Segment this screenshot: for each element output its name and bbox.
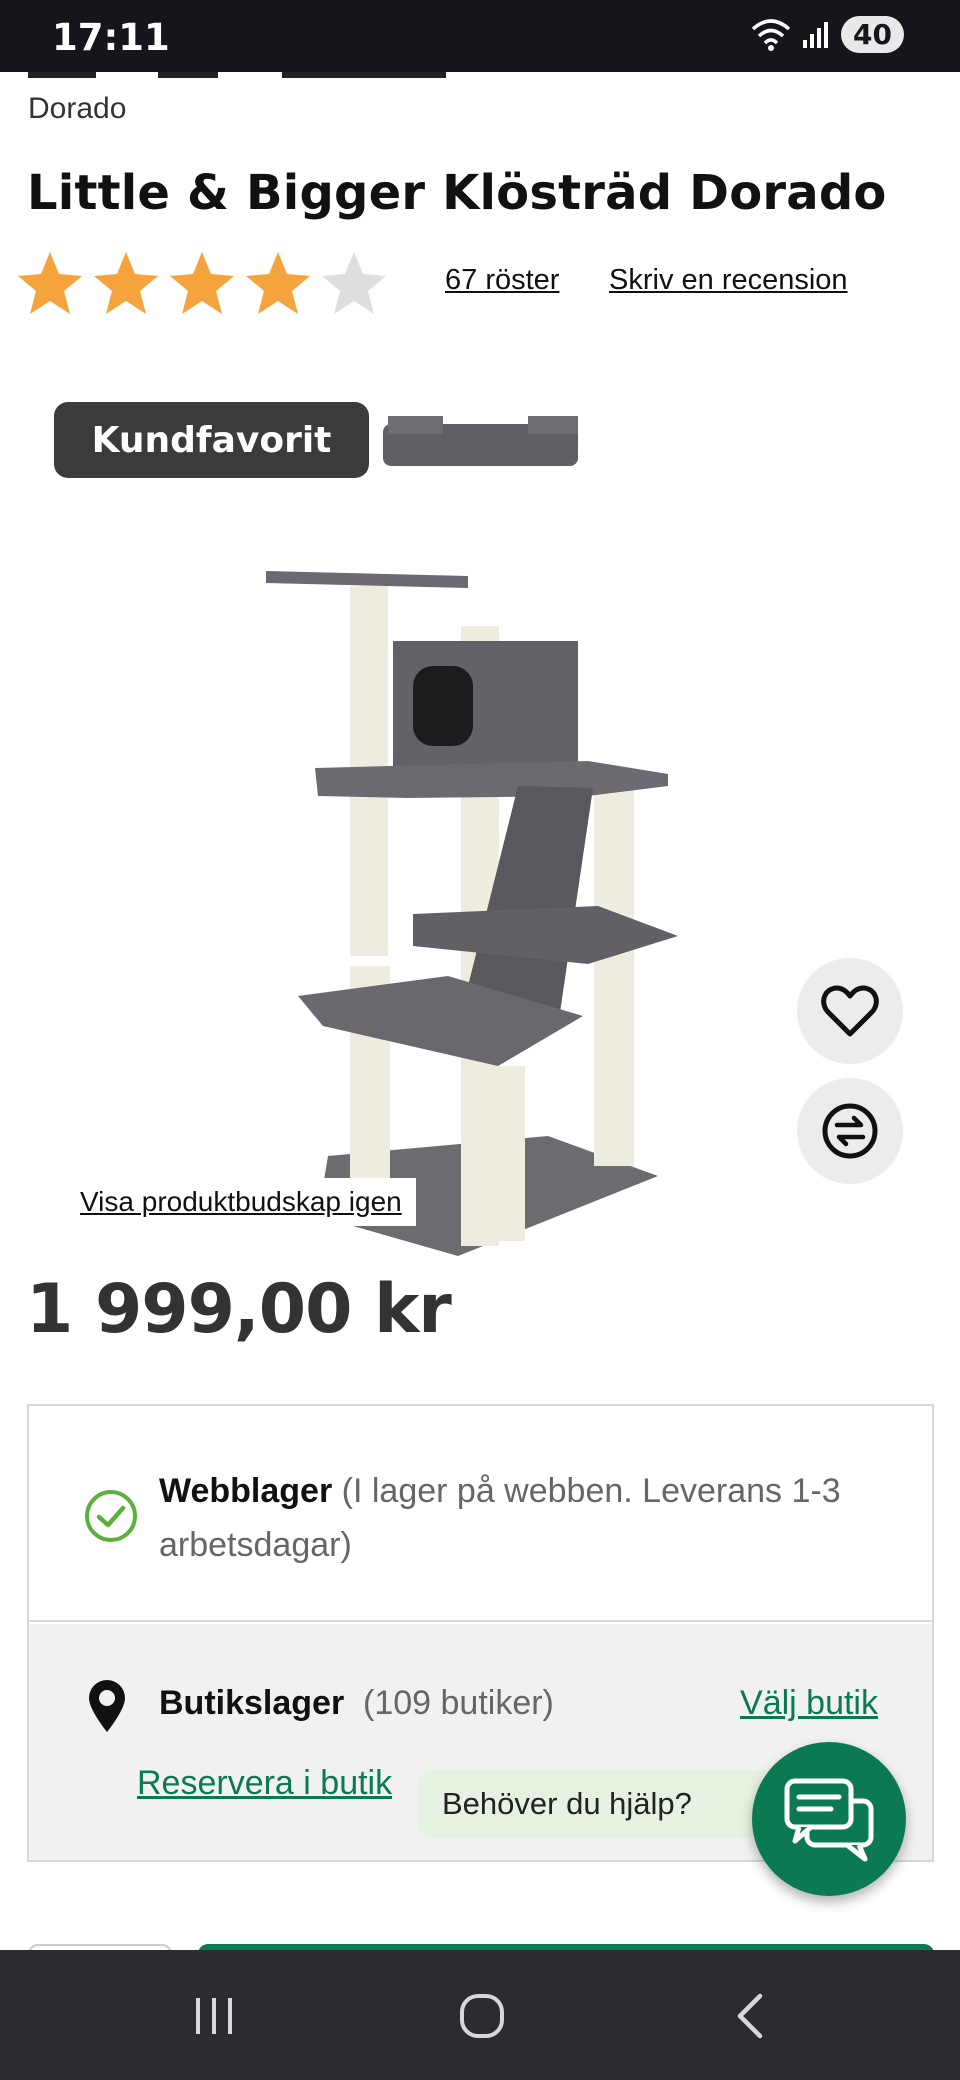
breadcrumb-link-partial[interactable] xyxy=(282,72,446,78)
compare-button[interactable] xyxy=(797,1078,903,1184)
web-stock-label: Webblager xyxy=(159,1472,333,1510)
reserve-in-store-link[interactable]: Reservera i butik xyxy=(137,1764,392,1803)
back-button[interactable] xyxy=(720,1986,780,2046)
status-time: 17:11 xyxy=(52,16,170,59)
votes-link[interactable]: 67 röster xyxy=(445,264,559,297)
recent-apps-icon xyxy=(196,1998,232,2034)
star-empty-icon xyxy=(322,252,386,314)
star-filled-icon xyxy=(94,252,158,314)
help-bubble[interactable]: Behöver du hjälp? xyxy=(418,1770,778,1838)
help-bubble-text: Behöver du hjälp? xyxy=(442,1786,692,1821)
store-count: (109 butiker) xyxy=(363,1684,554,1722)
product-image[interactable] xyxy=(28,376,928,1266)
product-price: 1 999,00 kr xyxy=(26,1270,452,1349)
wifi-icon xyxy=(751,18,791,51)
heart-icon xyxy=(821,985,879,1037)
back-icon xyxy=(737,1993,763,2039)
status-icons: 40 xyxy=(751,16,904,53)
customer-favorite-badge: Kundfavorit xyxy=(54,402,369,478)
write-review-link[interactable]: Skriv en recension xyxy=(609,264,848,297)
home-icon xyxy=(460,1994,504,2038)
show-product-message-link[interactable]: Visa produktbudskap igen xyxy=(66,1178,416,1226)
star-filled-icon xyxy=(246,252,310,314)
recent-apps-button[interactable] xyxy=(184,1986,244,2046)
store-stock-label: Butikslager xyxy=(159,1684,345,1722)
breadcrumb-link-partial[interactable] xyxy=(28,72,96,78)
rating-stars xyxy=(14,248,390,320)
home-button[interactable] xyxy=(452,1986,512,2046)
battery-indicator: 40 xyxy=(841,16,904,53)
compare-icon xyxy=(822,1103,878,1159)
star-filled-icon xyxy=(170,252,234,314)
signal-icon xyxy=(803,21,829,48)
check-circle-icon xyxy=(85,1490,137,1542)
page-title: Little & Bigger Klösträd Dorado xyxy=(27,165,887,221)
web-stock-section: Webblager (I lager på webben. Leverans 1… xyxy=(29,1406,932,1622)
location-pin-icon xyxy=(89,1680,125,1732)
navigation-bar xyxy=(0,1950,960,2080)
web-stock-text: Webblager (I lager på webben. Leverans 1… xyxy=(159,1464,879,1572)
status-bar: 17:11 40 xyxy=(0,0,960,72)
choose-store-link[interactable]: Välj butik xyxy=(740,1684,878,1723)
chat-button[interactable] xyxy=(752,1742,906,1896)
star-filled-icon xyxy=(18,252,82,314)
breadcrumb-link-partial[interactable] xyxy=(158,72,218,78)
breadcrumb-current: Dorado xyxy=(28,92,127,125)
chat-icon xyxy=(784,1778,874,1862)
favorite-button[interactable] xyxy=(797,958,903,1064)
